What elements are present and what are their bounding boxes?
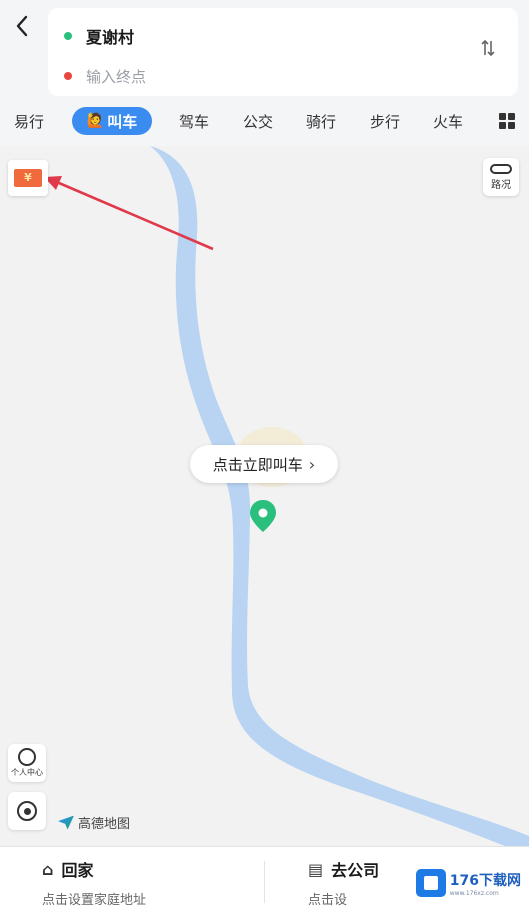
chevron-right-icon: ›: [308, 454, 316, 474]
grid-icon[interactable]: [499, 113, 515, 129]
route-header: 夏谢村 输入终点: [0, 0, 529, 100]
watermark-url: www.176xz.com: [449, 889, 499, 897]
amap-brand-text: 高德地图: [78, 817, 131, 832]
chevron-left-icon: [16, 15, 28, 37]
end-dot-icon: [64, 72, 72, 80]
swap-vertical-icon: [481, 39, 495, 57]
coupon-icon: ¥: [14, 169, 42, 187]
shortcut-divider: [264, 861, 265, 903]
site-watermark: 176下载网 www.176xz.com: [415, 869, 521, 897]
start-dot-icon: [64, 32, 72, 40]
person-wave-icon: 🙋: [86, 113, 105, 129]
swap-button[interactable]: [476, 38, 500, 62]
user-center-button[interactable]: 个人中心: [8, 744, 46, 782]
back-button[interactable]: [10, 12, 34, 40]
start-point-row[interactable]: 夏谢村: [48, 18, 448, 54]
tab-drive[interactable]: 驾车: [179, 111, 209, 132]
end-point-input[interactable]: 输入终点: [48, 58, 448, 94]
tab-taxi[interactable]: 🙋 叫车: [72, 107, 152, 135]
traffic-label: 路况: [491, 179, 511, 191]
tab-cycle[interactable]: 骑行: [306, 111, 336, 132]
tab-walk[interactable]: 步行: [370, 111, 400, 132]
user-center-label: 个人中心: [11, 768, 43, 777]
call-taxi-bubble[interactable]: 点击立即叫车 ›: [190, 445, 338, 483]
briefcase-icon: ▤: [308, 859, 324, 879]
work-title: 去公司: [331, 861, 380, 880]
locate-button[interactable]: [8, 792, 46, 830]
shortcut-panel: ⌂ 回家 点击设置家庭地址 ▤ 去公司 点击设 176下载网 www.176xz…: [0, 846, 529, 915]
coupon-button[interactable]: ¥: [8, 160, 48, 196]
travel-mode-tabs: 易行 🙋 叫车 驾车 公交 骑行 步行 火车: [0, 100, 529, 144]
watermark-text: 176下载网: [449, 872, 521, 889]
tab-bus[interactable]: 公交: [243, 111, 273, 132]
traffic-icon: [490, 163, 512, 174]
traffic-button[interactable]: 路况: [483, 158, 519, 196]
end-point-placeholder: 输入终点: [86, 67, 147, 86]
work-shortcut[interactable]: ▤ 去公司 点击设: [308, 857, 380, 909]
tab-train[interactable]: 火车: [433, 111, 463, 132]
map-view[interactable]: ¥ 路况 点击立即叫车 › 个人中心 高德地图: [0, 146, 529, 846]
route-input-box: 夏谢村 输入终点: [48, 8, 518, 96]
map-canvas: [44, 146, 529, 846]
work-subtitle: 点击设: [308, 893, 348, 908]
home-title: 回家: [61, 861, 94, 880]
start-point-text: 夏谢村: [86, 28, 135, 47]
watermark-logo-icon: [415, 869, 446, 897]
home-subtitle: 点击设置家庭地址: [42, 893, 147, 908]
call-taxi-text: 点击立即叫车: [212, 455, 303, 474]
amap-logo-icon: [58, 815, 74, 830]
home-shortcut[interactable]: ⌂ 回家 点击设置家庭地址: [42, 857, 147, 909]
amap-logo: 高德地图: [58, 813, 130, 832]
tab-yixing[interactable]: 易行: [14, 111, 44, 132]
river-shape: [150, 146, 529, 846]
user-icon: [18, 748, 36, 766]
tab-taxi-label: 叫车: [107, 112, 138, 131]
locate-icon: [17, 801, 37, 821]
home-icon: ⌂: [42, 859, 54, 879]
